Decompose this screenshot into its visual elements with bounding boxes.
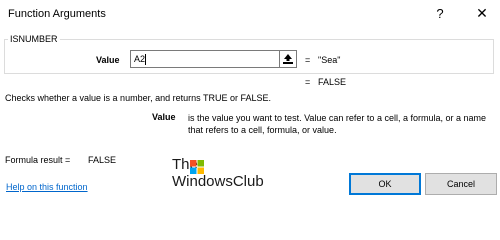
title-bar: Function Arguments ? ✕	[0, 0, 500, 30]
text-cursor	[145, 54, 147, 65]
function-name: ISNUMBER	[8, 34, 60, 44]
result-value: FALSE	[318, 77, 347, 87]
formula-result-value: FALSE	[88, 155, 117, 165]
ok-button[interactable]: OK	[349, 173, 421, 195]
collapse-dialog-button[interactable]	[279, 50, 297, 68]
close-icon[interactable]: ✕	[474, 5, 490, 22]
watermark-line2: WindowsClub	[172, 173, 264, 190]
formula-result-label: Formula result =	[5, 155, 71, 165]
watermark: The WindowsClub	[172, 156, 272, 192]
windows-logo-icon	[190, 160, 204, 174]
function-description: Checks whether a value is a number, and …	[5, 93, 271, 103]
dialog-title: Function Arguments	[8, 8, 106, 20]
parameter-name: Value	[152, 112, 176, 122]
argument-evaluated-value: "Sea"	[318, 55, 341, 65]
value-input-text: A2	[134, 54, 146, 64]
result-equals: =	[305, 77, 311, 87]
parameter-description: is the value you want to test. Value can…	[188, 113, 486, 135]
argument-label: Value	[96, 55, 120, 65]
argument-equals: =	[305, 55, 311, 65]
help-icon[interactable]: ?	[432, 6, 448, 21]
value-input[interactable]: A2	[130, 50, 280, 68]
help-link[interactable]: Help on this function	[6, 182, 88, 192]
collapse-arrow-icon	[283, 54, 293, 64]
cancel-button[interactable]: Cancel	[425, 173, 497, 195]
